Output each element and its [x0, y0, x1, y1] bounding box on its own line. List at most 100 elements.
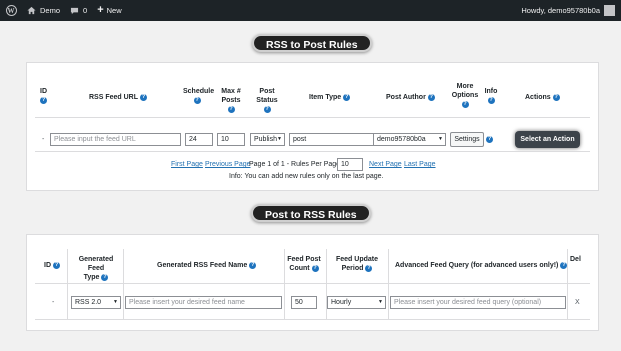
header-id-label: ID — [44, 262, 51, 269]
help-icon[interactable]: ? — [365, 264, 373, 272]
help-icon[interactable]: ? — [140, 93, 148, 101]
column-separator — [67, 249, 68, 319]
header-schedule-label: Schedule — [183, 88, 215, 95]
last-page-link[interactable]: Last Page — [404, 161, 436, 168]
post-author-value: demo95780b0a — [377, 136, 426, 143]
feed-url-input[interactable]: Please input the feed URL — [50, 133, 181, 146]
header-post-author: Post Author? — [386, 93, 435, 102]
feed-type-select[interactable]: RSS 2.0 ▼ — [71, 296, 121, 309]
select-action-button[interactable]: Select an Action — [515, 131, 580, 148]
header-info: Info ? — [483, 87, 499, 104]
help-icon[interactable]: ? — [193, 97, 201, 104]
header-id: ID ? — [40, 87, 47, 104]
post-status-select[interactable]: Publish ▼ — [250, 133, 285, 146]
header-delete-label: Del — [570, 256, 581, 263]
header-more-options-label-2: Options — [451, 92, 479, 99]
header-post-count-label-1: Feed Post — [287, 256, 321, 263]
rss-to-post-rules-table: ID ? RSS Feed URL? Schedule ? Max # Post… — [26, 62, 599, 191]
new-content-menu[interactable]: + New — [92, 0, 126, 21]
admin-bar: W Demo 0 + New Howdy, demo95780b0a — [0, 0, 621, 21]
wordpress-logo-menu[interactable]: W — [0, 0, 22, 21]
header-update-period-label-2: Period — [341, 265, 364, 272]
help-icon[interactable]: ? — [552, 93, 560, 101]
header-post-status-label: Post Status — [256, 88, 278, 104]
header-max-posts-label-1: Max # — [221, 88, 241, 95]
help-icon[interactable]: ? — [487, 97, 495, 104]
column-separator — [567, 249, 568, 319]
header-id: ID? — [44, 261, 60, 270]
header-delete: Del — [570, 255, 581, 264]
post-author-select[interactable]: demo95780b0a ▼ — [373, 133, 446, 146]
header-actions: Actions? — [525, 93, 560, 102]
info-note: Info: You can add new rules only on the … — [229, 173, 384, 180]
wordpress-icon: W — [5, 5, 17, 16]
column-separator — [284, 249, 285, 319]
header-post-count: Feed Post Count? — [284, 255, 324, 273]
header-divider — [35, 283, 590, 284]
help-icon[interactable]: ? — [427, 93, 435, 101]
help-icon[interactable]: ? — [53, 261, 60, 269]
header-post-status: Post Status ? — [249, 87, 285, 113]
header-more-options-label-1: More — [456, 83, 474, 90]
column-separator — [388, 249, 389, 319]
info-help-icon[interactable]: ? — [486, 136, 493, 143]
header-max-posts: Max # Posts ? — [216, 87, 246, 113]
header-info-label: Info — [484, 88, 498, 95]
next-page-link[interactable]: Next Page — [369, 161, 402, 168]
header-feed-url-label: RSS Feed URL — [89, 94, 139, 101]
plus-icon: + — [97, 4, 104, 16]
chevron-down-icon: ▼ — [113, 299, 118, 305]
new-label: New — [106, 6, 122, 15]
header-more-options: More Options ? — [450, 82, 480, 108]
header-feed-url: RSS Feed URL? — [89, 93, 148, 102]
help-icon[interactable]: ? — [227, 106, 235, 113]
home-icon — [27, 6, 36, 15]
help-icon[interactable]: ? — [40, 97, 47, 104]
chevron-down-icon: ▼ — [378, 299, 383, 305]
max-posts-input[interactable]: 10 — [217, 133, 245, 146]
header-feed-name: Generated RSS Feed Name? — [157, 261, 257, 270]
comments-link[interactable]: 0 — [65, 0, 92, 21]
settings-button[interactable]: Settings — [450, 132, 484, 147]
header-feed-type-label-1: Generated Feed — [78, 256, 114, 272]
header-actions-label: Actions — [525, 94, 551, 101]
header-feed-name-label: Generated RSS Feed Name — [157, 262, 248, 269]
post-to-rss-rules-table: ID? Generated Feed Type? Generated RSS F… — [26, 234, 599, 331]
rule-id: - — [52, 299, 55, 306]
site-name-link[interactable]: Demo — [22, 0, 65, 21]
update-period-select[interactable]: Hourly ▼ — [327, 296, 386, 309]
previous-page-link[interactable]: Previous Page — [205, 161, 251, 168]
update-period-value: Hourly — [331, 299, 352, 306]
row-divider — [35, 151, 590, 152]
header-feed-type-label-2: Type — [83, 274, 100, 281]
column-separator — [123, 249, 124, 319]
feed-name-input[interactable]: Please insert your desired feed name — [125, 296, 282, 309]
help-icon[interactable]: ? — [101, 273, 109, 281]
header-update-period: Feed Update Period? — [329, 255, 385, 273]
feed-query-input[interactable]: Please insert your desired feed query (o… — [390, 296, 566, 309]
first-page-link[interactable]: First Page — [171, 161, 203, 168]
help-icon[interactable]: ? — [263, 106, 271, 113]
header-advanced-query: Advanced Feed Query (for advanced users … — [395, 261, 568, 270]
delete-rule-button[interactable]: X — [575, 299, 580, 306]
header-item-type: Item Type? — [309, 93, 351, 102]
schedule-input[interactable]: 24 — [185, 133, 213, 146]
rules-per-page-input[interactable]: 10 — [337, 158, 363, 171]
section-title-post-to-rss: Post to RSS Rules — [251, 204, 371, 222]
page-info: Page 1 of 1 - Rules Per Page: — [249, 161, 342, 168]
row-divider — [35, 319, 590, 320]
help-icon[interactable]: ? — [343, 93, 351, 101]
header-schedule: Schedule ? — [183, 87, 215, 104]
comments-count: 0 — [83, 6, 88, 15]
feed-type-value: RSS 2.0 — [75, 299, 102, 306]
help-icon[interactable]: ? — [311, 264, 319, 272]
header-update-period-label-1: Feed Update — [335, 256, 378, 263]
post-count-input[interactable]: 50 — [291, 296, 317, 309]
post-status-value: Publish — [254, 136, 277, 143]
help-icon[interactable]: ? — [249, 261, 257, 269]
howdy-text: Howdy, demo95780b0a — [521, 6, 600, 15]
help-icon[interactable]: ? — [461, 101, 469, 108]
account-menu[interactable]: Howdy, demo95780b0a — [516, 0, 621, 21]
header-item-type-label: Item Type — [309, 94, 342, 101]
header-divider — [35, 117, 590, 118]
